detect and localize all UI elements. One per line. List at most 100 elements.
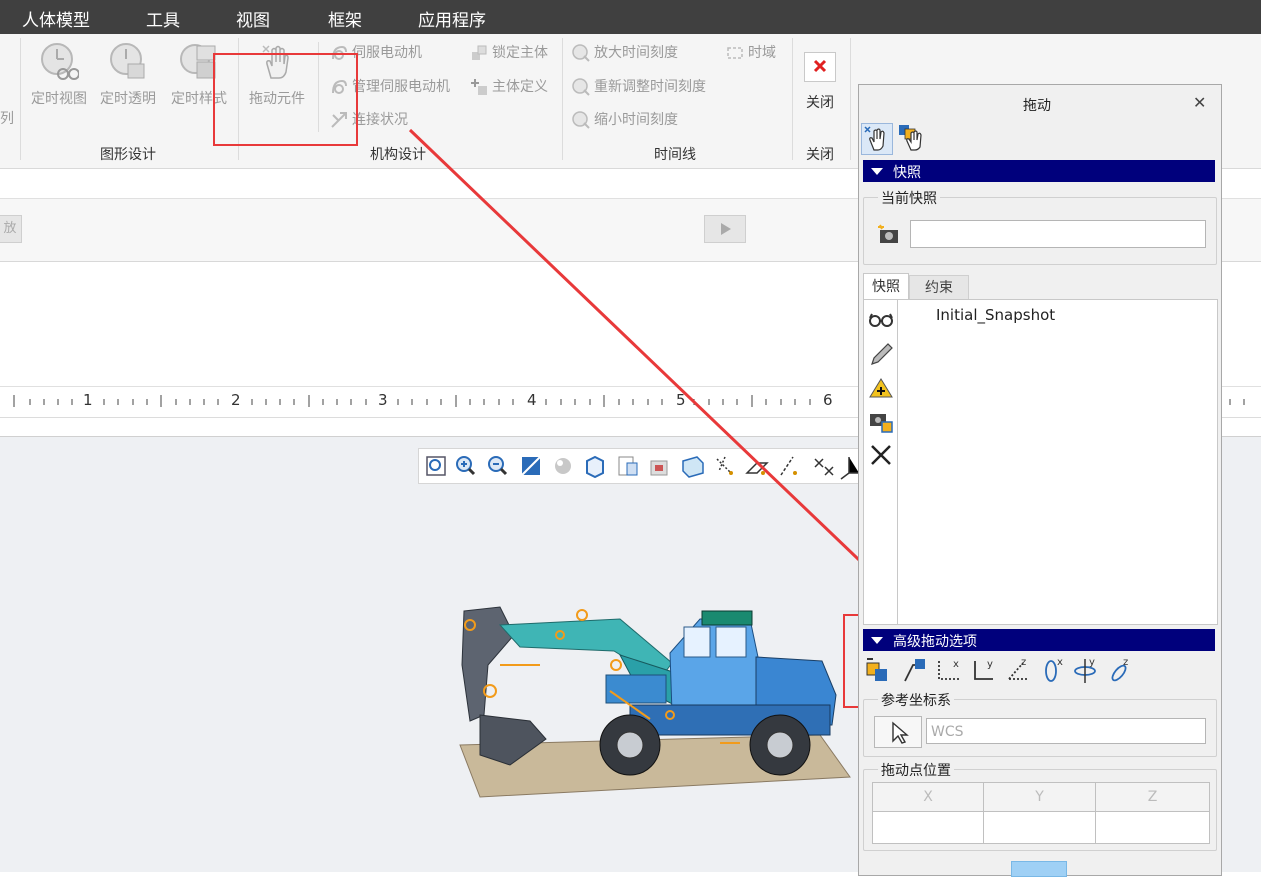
ruler-label: 2 [231,391,241,409]
refit-icon [426,456,446,476]
body-definition-button[interactable]: 主体定义 [470,76,548,96]
mechanism-design-group-label: 机构设计 [370,147,426,163]
collapse-triangle-icon [871,168,883,175]
select-entity-icon [904,659,925,682]
dialog-title: 拖动 [1023,98,1051,114]
y-rotate-icon: y [1074,657,1096,683]
menu-frame[interactable]: 框架 [328,6,362,31]
menu-applications[interactable]: 应用程序 [418,6,486,31]
y-value-cell[interactable] [984,812,1096,843]
dialog-bottom-button[interactable] [1011,861,1067,877]
zoom-out-clock-icon [572,111,590,129]
excavator-model[interactable] [440,595,860,805]
x-translate-icon: x [938,659,961,680]
advanced-options-title: 高级拖动选项 [893,634,977,650]
timed-view-label: 定时视图 [31,91,87,107]
tab-constraints[interactable]: 约束 [909,275,969,300]
drag-point-position-group: 拖动点位置 X Y Z [863,760,1217,851]
timed-view-button[interactable]: 定时视图 [28,42,90,108]
hand-point-icon [864,126,885,151]
lock-body-icon [470,44,488,62]
menu-human-model[interactable]: 人体模型 [22,6,90,31]
turret [605,674,667,704]
zoom-in-timescale-button[interactable]: 放大时间刻度 [572,42,678,62]
connection-status-label: 连接状况 [352,112,408,128]
clock-glasses-icon [39,42,80,82]
manage-servo-motor-label: 管理伺服电动机 [352,79,450,95]
y-column-header: Y [984,783,1096,812]
svg-text:z: z [1123,657,1128,668]
package-move-icon [866,658,887,681]
reference-csys-legend: 参考坐标系 [878,690,954,710]
view-toolbar-icons [426,455,859,480]
zoom-out-timescale-button[interactable]: 缩小时间刻度 [572,109,678,129]
collapse-triangle-icon [871,637,883,644]
axis-display-icon [780,456,797,476]
close-icon [804,52,836,82]
perspective-icon [682,456,704,478]
rescale-timescale-button[interactable]: 重新调整时间刻度 [572,76,706,96]
rescale-timescale-label: 重新调整时间刻度 [594,79,706,95]
play-button[interactable] [704,215,746,243]
svg-text:z: z [1021,657,1026,668]
advanced-options-section-header[interactable]: 高级拖动选项 [863,629,1215,651]
time-domain-label: 时域 [748,45,776,61]
reference-csys-group: 参考坐标系 WCS [863,690,1217,757]
reference-csys-input[interactable]: WCS [926,718,1206,744]
body-drag-button[interactable] [897,123,927,153]
repaint-icon [521,456,541,476]
zoom-in-timescale-label: 放大时间刻度 [594,45,678,61]
play-icon [721,223,731,235]
ruler-label: 1 [83,391,93,409]
body-definition-icon [470,78,488,96]
snapshot-section-header[interactable]: 快照 [863,160,1215,182]
timeline-left-button[interactable]: 放 [0,215,22,243]
advanced-drag-toolbar: x y z x y z [866,657,1128,683]
current-snapshot-group: 当前快照 [863,188,1217,265]
zoom-out-icon [488,456,508,476]
z-column-header: Z [1096,783,1209,812]
display-snapshot-button[interactable] [868,308,894,332]
current-snapshot-input[interactable] [910,220,1206,248]
warning-add-icon [869,378,893,398]
drag-point-legend: 拖动点位置 [878,760,954,780]
rescale-clock-icon [572,78,590,96]
cab-window [715,626,747,658]
z-rotate-icon: z [1111,657,1128,682]
ruler-label: 5 [676,391,686,409]
list-item[interactable]: Initial_Snapshot [936,306,1055,324]
z-value-cell[interactable] [1096,812,1209,843]
close-group-label: 关闭 [806,147,834,163]
x-value-cell[interactable] [873,812,984,843]
close-ribbon-button[interactable]: 关闭 [800,50,840,112]
x-rotate-icon: x [1045,657,1063,682]
y-translate-icon: y [974,659,993,680]
current-snapshot-legend: 当前快照 [878,188,940,208]
snapshot-tools [863,299,899,625]
timed-transparency-button[interactable]: 定时透明 [97,42,159,108]
cut-off-label: 列 [0,111,14,127]
lock-body-button[interactable]: 锁定主体 [470,42,548,62]
save-snapshot-button[interactable] [868,408,894,434]
time-domain-button[interactable]: 时域 [726,42,776,62]
glasses-icon [869,313,893,327]
plane-display-icon [745,462,769,475]
take-snapshot-button[interactable] [876,222,902,248]
add-constraint-button[interactable] [868,376,894,400]
point-drag-button[interactable] [861,123,893,155]
divider [562,38,563,160]
divider [20,38,21,160]
menu-tools[interactable]: 工具 [146,6,180,31]
hand-body-icon [899,125,922,151]
cursor-arrow-icon [892,721,909,744]
delete-snapshot-button[interactable] [868,442,894,468]
select-csys-button[interactable] [874,716,922,748]
timed-transparency-label: 定时透明 [100,91,156,107]
edit-snapshot-button[interactable] [868,342,894,366]
tab-snapshots[interactable]: 快照 [863,273,909,300]
dialog-close-icon[interactable]: ✕ [1193,93,1206,112]
csys-display-icon [840,457,859,480]
menu-view[interactable]: 视图 [236,6,270,31]
annotation-highlight-drag-button [213,53,358,146]
zoom-in-clock-icon [572,44,590,62]
